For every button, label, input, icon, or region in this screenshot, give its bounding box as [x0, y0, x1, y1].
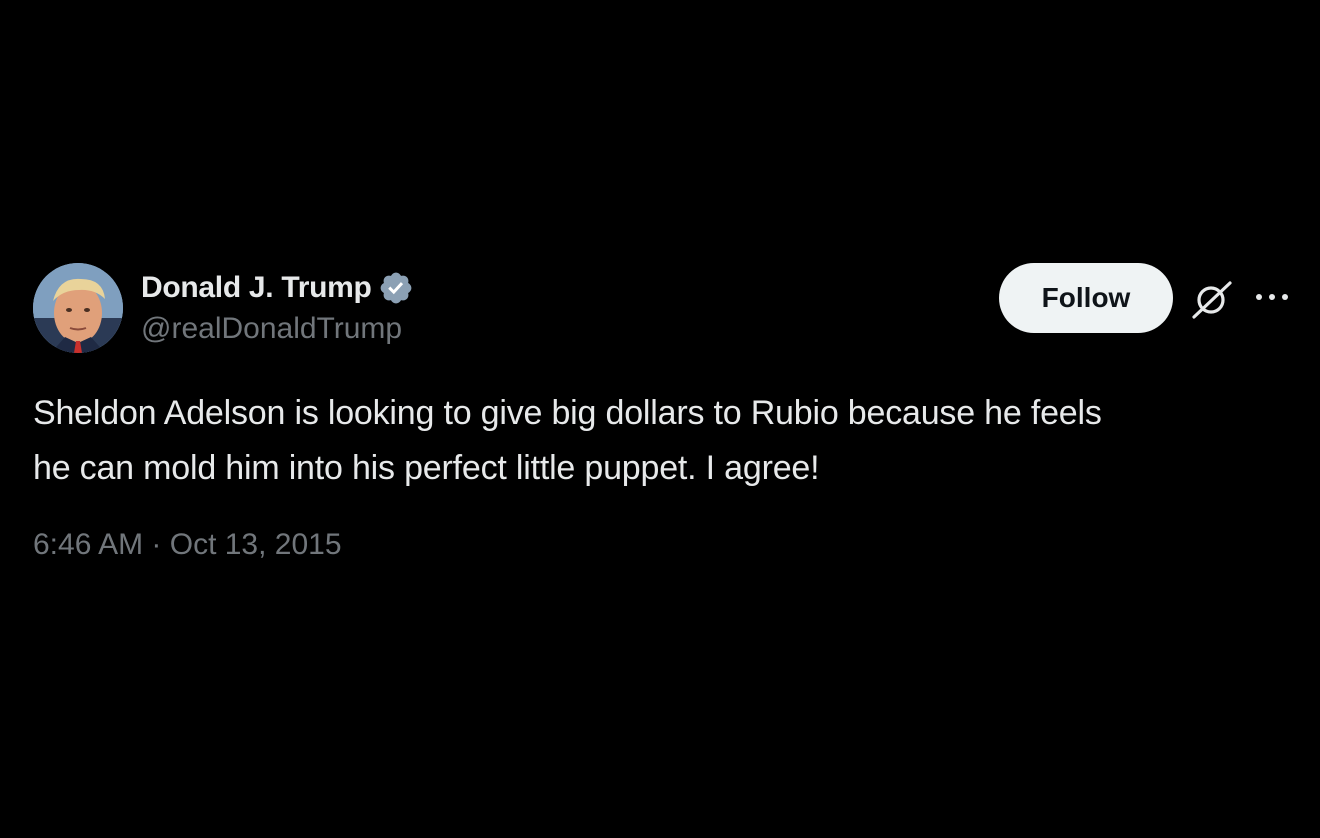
tweet-text: Sheldon Adelson is looking to give big d…	[33, 386, 1293, 496]
author-handle[interactable]: @realDonaldTrump	[141, 312, 402, 346]
tweet-card: Donald J. Trump @realDonaldTrump Follow …	[0, 0, 1320, 838]
verified-badge-icon[interactable]	[378, 270, 414, 306]
follow-button[interactable]: Follow	[999, 263, 1173, 333]
avatar[interactable]	[33, 263, 123, 353]
tweet-text-line: Sheldon Adelson is looking to give big d…	[33, 394, 1102, 432]
tweet-text-line: he can mold him into his perfect little …	[33, 449, 820, 487]
author-name-row: Donald J. Trump	[141, 268, 414, 308]
tweet-timestamp[interactable]: 6:46 AM · Oct 13, 2015	[33, 528, 342, 562]
grok-icon[interactable]	[1190, 277, 1234, 321]
profile-photo	[33, 263, 123, 353]
more-options-icon[interactable]	[1254, 285, 1290, 309]
display-name[interactable]: Donald J. Trump	[141, 271, 372, 305]
